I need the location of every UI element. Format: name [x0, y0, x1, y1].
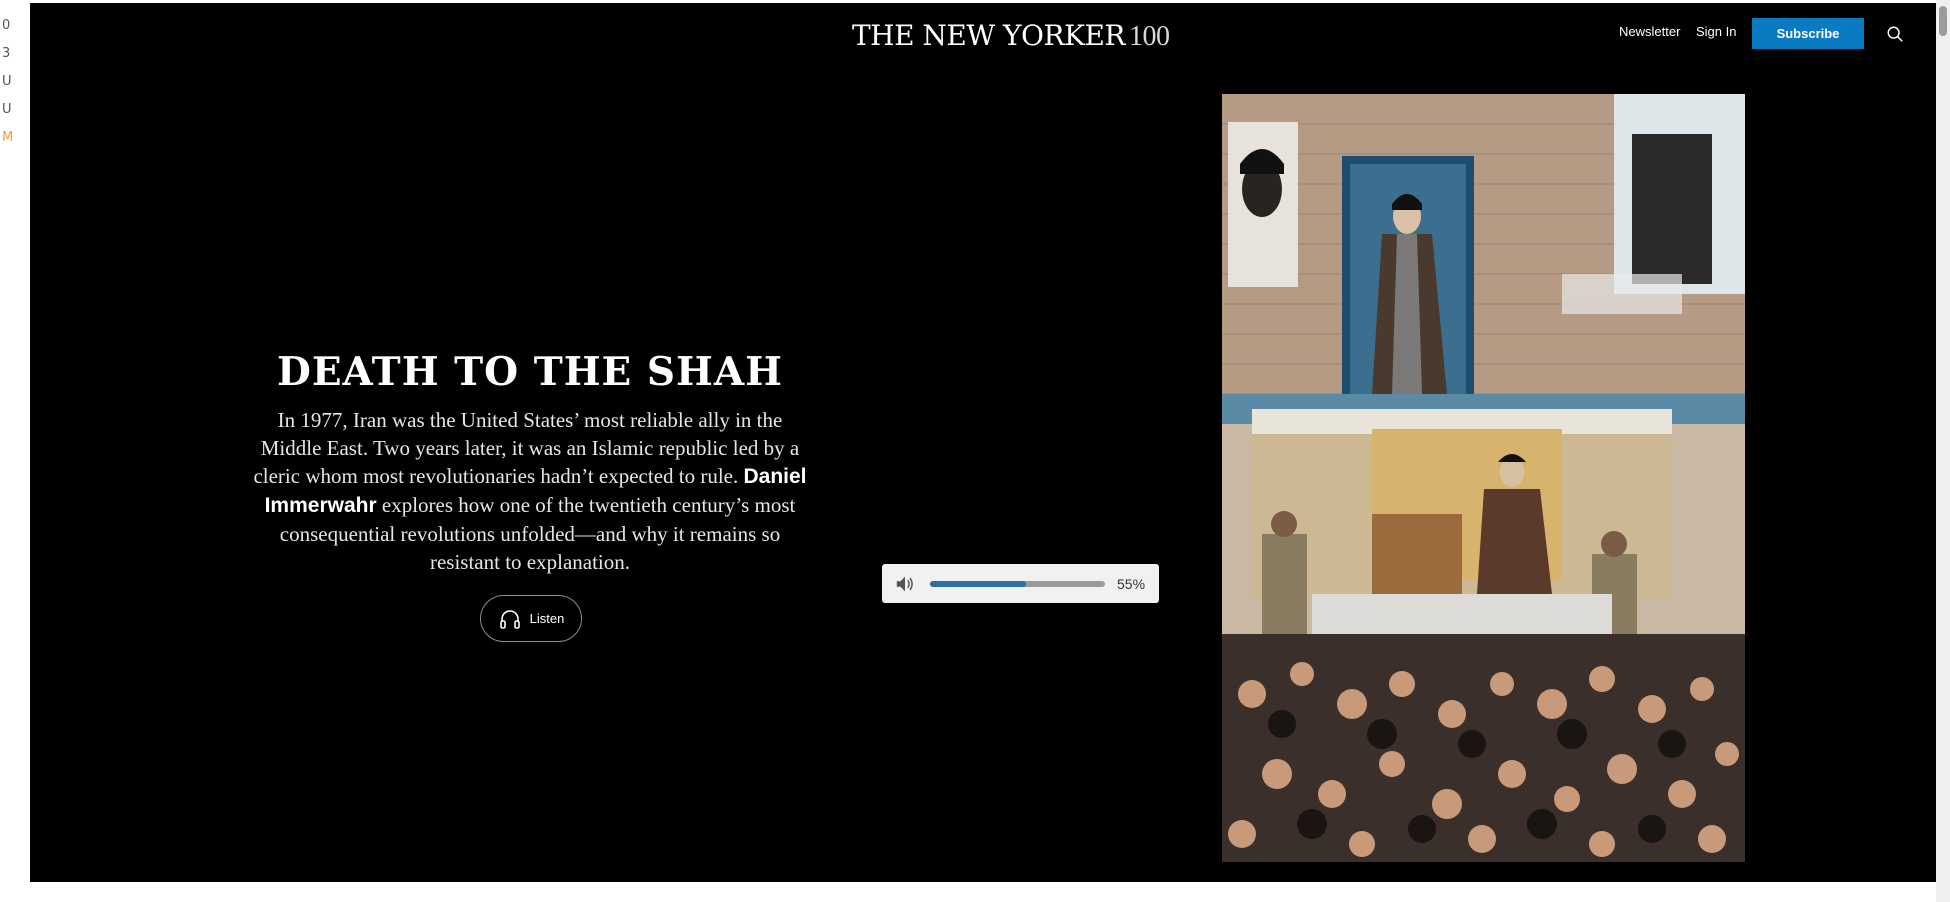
logo-number: 100: [1129, 21, 1170, 52]
site-logo[interactable]: THE NEW YORKER 100: [852, 19, 1170, 53]
scrollbar-thumb[interactable]: [1939, 6, 1947, 36]
listen-button[interactable]: Listen: [480, 595, 582, 642]
volume-control: 55%: [882, 564, 1159, 603]
left-gutter: 0 3 U U M: [0, 0, 30, 902]
subscribe-button[interactable]: Subscribe: [1752, 18, 1864, 49]
dek-text-start: In 1977, Iran was the United States’ mos…: [253, 408, 800, 488]
page-scrollbar[interactable]: [1936, 0, 1950, 902]
volume-slider[interactable]: [930, 580, 1105, 587]
gutter-item[interactable]: U: [2, 102, 12, 117]
headphones-icon: [499, 609, 520, 629]
volume-slider-fill: [930, 580, 1027, 587]
search-icon[interactable]: [1886, 25, 1904, 43]
speaker-icon[interactable]: [894, 573, 916, 595]
gutter-item[interactable]: U: [2, 74, 12, 89]
listen-label: Listen: [529, 611, 565, 626]
gutter-item-active[interactable]: M: [2, 130, 13, 145]
signin-link[interactable]: Sign In: [1696, 24, 1736, 39]
gutter-item[interactable]: 3: [2, 46, 10, 61]
bottom-section-nav: [30, 882, 1936, 902]
logo-text: THE NEW YORKER: [852, 19, 1126, 52]
hero-photo: [1222, 94, 1745, 862]
article-headline: DEATH TO THE SHAH: [277, 349, 783, 395]
hero-stage: THE NEW YORKER 100 Newsletter Sign In Sub…: [30, 3, 1936, 882]
volume-percent: 55%: [1117, 575, 1146, 592]
gutter-item[interactable]: 0: [2, 18, 10, 33]
newsletter-link[interactable]: Newsletter: [1619, 24, 1680, 39]
article-dek: In 1977, Iran was the United States’ mos…: [245, 406, 815, 576]
